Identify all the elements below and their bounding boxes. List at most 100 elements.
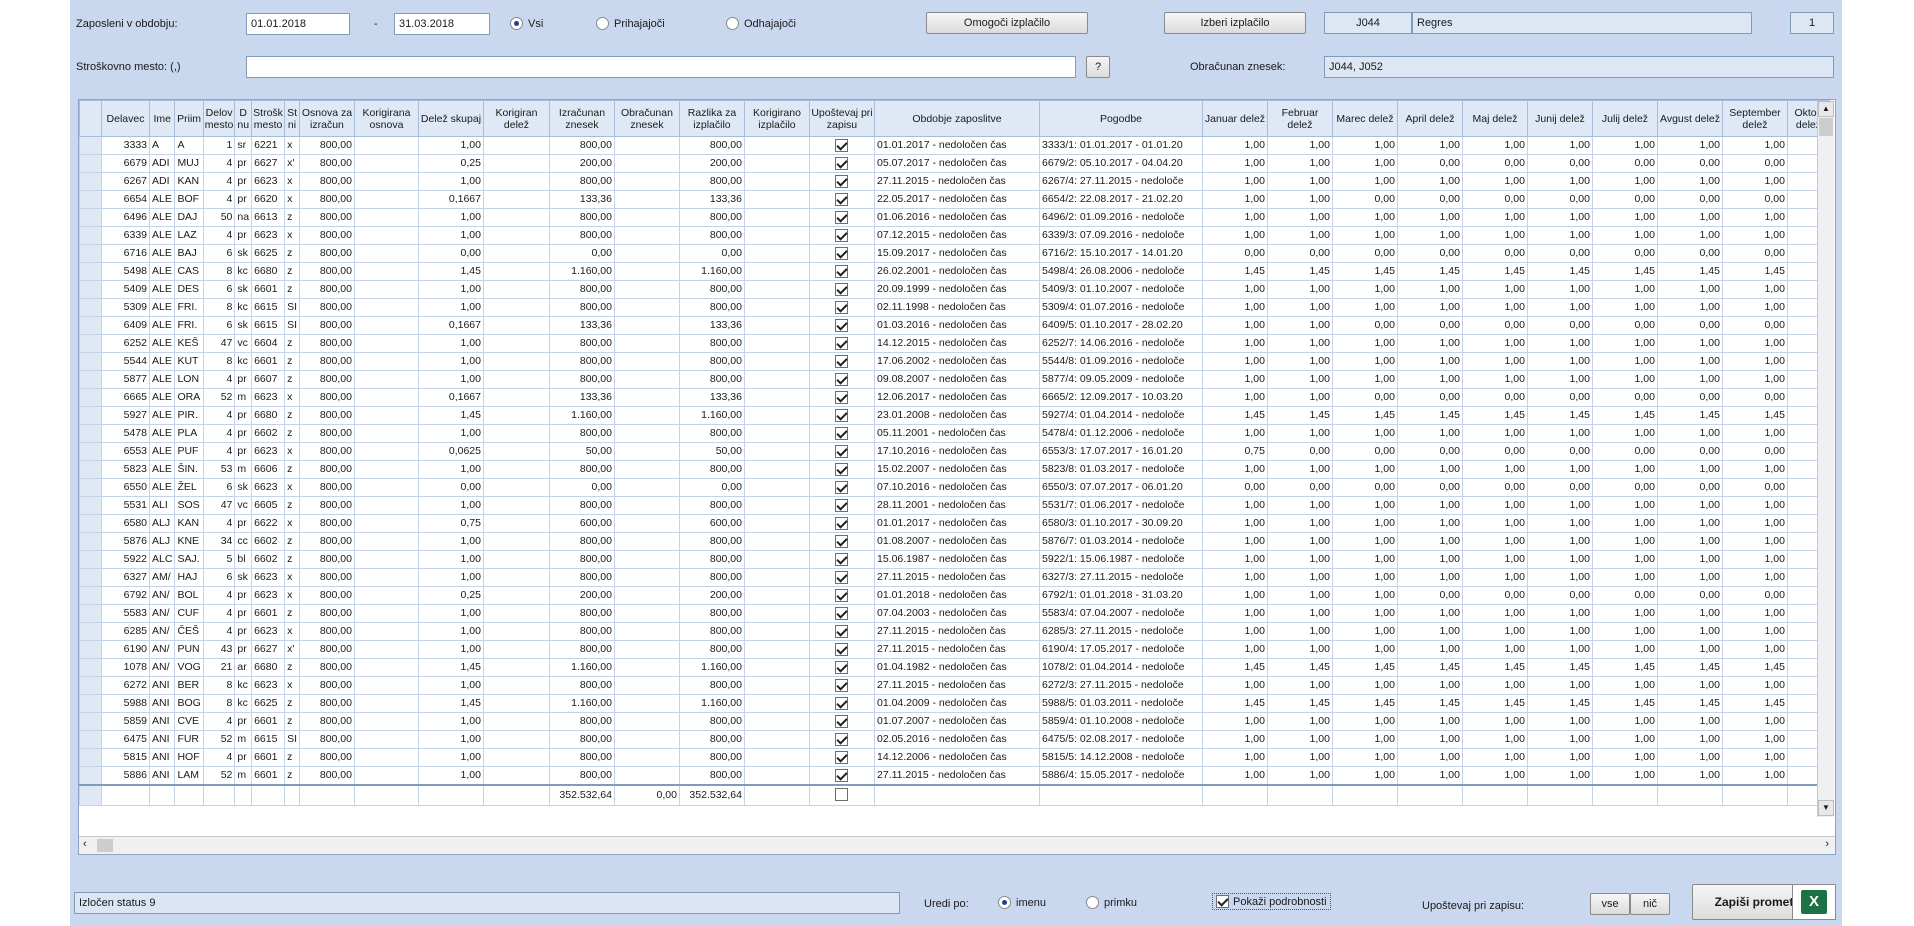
table-cell[interactable]: 1,00 bbox=[1721, 766, 1788, 786]
column-header[interactable]: Marec delež bbox=[1331, 100, 1398, 137]
table-cell[interactable]: 6679 bbox=[101, 154, 150, 173]
table-cell[interactable]: 01.06.2016 - nedoločen čas bbox=[873, 208, 1040, 227]
table-cell[interactable]: pr bbox=[234, 370, 253, 389]
consider-cell[interactable] bbox=[808, 370, 875, 389]
table-cell[interactable]: 1,00 bbox=[1396, 622, 1463, 641]
table-cell[interactable]: 6252/7: 14.06.2016 - nedoloče bbox=[1038, 334, 1203, 353]
row-indicator[interactable] bbox=[79, 442, 102, 461]
column-header[interactable]: Upoštevaj pri zapisu bbox=[808, 100, 875, 137]
consider-cell[interactable] bbox=[808, 136, 875, 155]
table-cell[interactable]: 800,00 bbox=[678, 280, 745, 299]
table-cell[interactable]: AN/ bbox=[148, 604, 176, 623]
table-cell[interactable]: 1,00 bbox=[1591, 676, 1658, 695]
table-cell[interactable] bbox=[353, 496, 419, 515]
consider-cell[interactable] bbox=[808, 334, 875, 353]
table-cell[interactable] bbox=[613, 550, 680, 569]
table-cell[interactable]: FRI. bbox=[174, 316, 204, 335]
table-cell[interactable] bbox=[743, 154, 810, 173]
table-cell[interactable]: 5859 bbox=[101, 712, 150, 731]
table-cell[interactable]: 0,00 bbox=[1461, 478, 1528, 497]
table-cell[interactable]: ANI bbox=[148, 694, 176, 713]
scroll-right-icon[interactable]: › bbox=[1825, 838, 1829, 850]
table-cell[interactable]: z bbox=[284, 550, 300, 569]
table-cell[interactable]: 6606 bbox=[251, 460, 286, 479]
row-indicator[interactable] bbox=[79, 352, 102, 371]
table-cell[interactable]: 27.11.2015 - nedoločen čas bbox=[873, 568, 1040, 587]
table-cell[interactable]: 5409 bbox=[101, 280, 150, 299]
table-cell[interactable]: ALE bbox=[148, 226, 176, 245]
table-cell[interactable] bbox=[613, 280, 680, 299]
table-cell[interactable]: KAN bbox=[174, 514, 204, 533]
table-cell[interactable]: 1,00 bbox=[1201, 514, 1268, 533]
table-cell[interactable]: 1,45 bbox=[1331, 262, 1398, 281]
table-cell[interactable]: 1,00 bbox=[1591, 460, 1658, 479]
table-cell[interactable]: 1,45 bbox=[1721, 262, 1788, 281]
table-cell[interactable]: ALE bbox=[148, 316, 176, 335]
table-cell[interactable]: 6267/4: 27.11.2015 - nedoloče bbox=[1038, 172, 1203, 191]
table-cell[interactable]: 5498/4: 26.08.2006 - nedoloče bbox=[1038, 262, 1203, 281]
table-cell[interactable]: 800,00 bbox=[298, 694, 355, 713]
horizontal-scroll-thumb[interactable] bbox=[97, 839, 113, 852]
table-cell[interactable] bbox=[743, 658, 810, 677]
table-cell[interactable]: ALE bbox=[148, 280, 176, 299]
table-cell[interactable]: 1,00 bbox=[1526, 136, 1593, 155]
consider-cell[interactable] bbox=[808, 172, 875, 191]
table-cell[interactable]: 6680 bbox=[251, 658, 286, 677]
scroll-up-icon[interactable]: ▲ bbox=[1818, 101, 1834, 117]
table-cell[interactable] bbox=[353, 388, 419, 407]
table-cell[interactable]: 1.160,00 bbox=[678, 406, 745, 425]
row-indicator[interactable] bbox=[79, 568, 102, 587]
table-cell[interactable]: FRI. bbox=[174, 298, 204, 317]
table-cell[interactable]: 1,00 bbox=[1331, 298, 1398, 317]
table-cell[interactable]: 1,45 bbox=[417, 694, 484, 713]
consider-checkbox[interactable] bbox=[835, 588, 849, 602]
table-cell[interactable]: 1,00 bbox=[1396, 496, 1463, 515]
table-cell[interactable]: 5922/1: 15.06.1987 - nedoloče bbox=[1038, 550, 1203, 569]
table-cell[interactable]: 800,00 bbox=[298, 766, 355, 786]
table-cell[interactable]: 1,00 bbox=[1721, 496, 1788, 515]
table-cell[interactable]: 6623 bbox=[251, 226, 286, 245]
column-header[interactable]: Izračunan znesek bbox=[548, 100, 615, 137]
table-cell[interactable]: BAJ bbox=[174, 244, 204, 263]
table-cell[interactable]: 1,45 bbox=[1331, 406, 1398, 425]
table-cell[interactable]: 5859/4: 01.10.2008 - nedoloče bbox=[1038, 712, 1203, 731]
table-cell[interactable]: 1,00 bbox=[1201, 424, 1268, 443]
table-cell[interactable]: 1,00 bbox=[1266, 460, 1333, 479]
table-cell[interactable]: 1,45 bbox=[1266, 262, 1333, 281]
table-cell[interactable]: 1,00 bbox=[1396, 172, 1463, 191]
table-cell[interactable]: 800,00 bbox=[548, 280, 615, 299]
table-cell[interactable]: 1,45 bbox=[1656, 262, 1723, 281]
consider-cell[interactable] bbox=[808, 586, 875, 605]
table-cell[interactable]: 1,00 bbox=[1266, 298, 1333, 317]
row-indicator[interactable] bbox=[79, 244, 102, 263]
consider-checkbox[interactable] bbox=[835, 606, 849, 620]
table-cell[interactable] bbox=[743, 478, 810, 497]
table-cell[interactable]: 01.08.2007 - nedoločen čas bbox=[873, 532, 1040, 551]
table-cell[interactable]: ALE bbox=[148, 190, 176, 209]
consider-cell[interactable] bbox=[808, 514, 875, 533]
radio-incoming[interactable]: Prihajajoči bbox=[596, 17, 665, 30]
consider-cell[interactable] bbox=[808, 694, 875, 713]
table-cell[interactable]: 6327 bbox=[101, 568, 150, 587]
table-cell[interactable]: 1.160,00 bbox=[548, 658, 615, 677]
table-cell[interactable]: 1,00 bbox=[1331, 604, 1398, 623]
table-cell[interactable]: 133,36 bbox=[678, 316, 745, 335]
table-cell[interactable]: 6550/3: 07.07.2017 - 06.01.20 bbox=[1038, 478, 1203, 497]
table-cell[interactable]: 6221 bbox=[251, 136, 286, 155]
table-cell[interactable]: 6623 bbox=[251, 478, 286, 497]
table-cell[interactable]: 23.01.2008 - nedoločen čas bbox=[873, 406, 1040, 425]
table-cell[interactable]: 5922 bbox=[101, 550, 150, 569]
table-cell[interactable]: z bbox=[284, 208, 300, 227]
table-cell[interactable]: 1,00 bbox=[1721, 550, 1788, 569]
table-cell[interactable]: 1,00 bbox=[1721, 298, 1788, 317]
table-row[interactable]: 6716 ALE BAJ 6 sk 6625 z 800,00 0,00 0,00 0,00 15.0… bbox=[79, 244, 1830, 263]
table-cell[interactable]: 1,00 bbox=[1721, 568, 1788, 587]
table-cell[interactable]: 5 bbox=[202, 550, 236, 569]
table-cell[interactable] bbox=[613, 460, 680, 479]
table-cell[interactable]: 1,00 bbox=[1331, 226, 1398, 245]
table-cell[interactable]: 0,00 bbox=[1266, 244, 1333, 263]
table-cell[interactable]: 1,00 bbox=[1396, 568, 1463, 587]
table-row[interactable]: 6339 ALE LAZ 4 pr 6623 x 800,00 1,00 800,00 800,00… bbox=[79, 226, 1830, 245]
table-cell[interactable]: LAM bbox=[174, 766, 204, 786]
table-cell[interactable]: 800,00 bbox=[298, 334, 355, 353]
